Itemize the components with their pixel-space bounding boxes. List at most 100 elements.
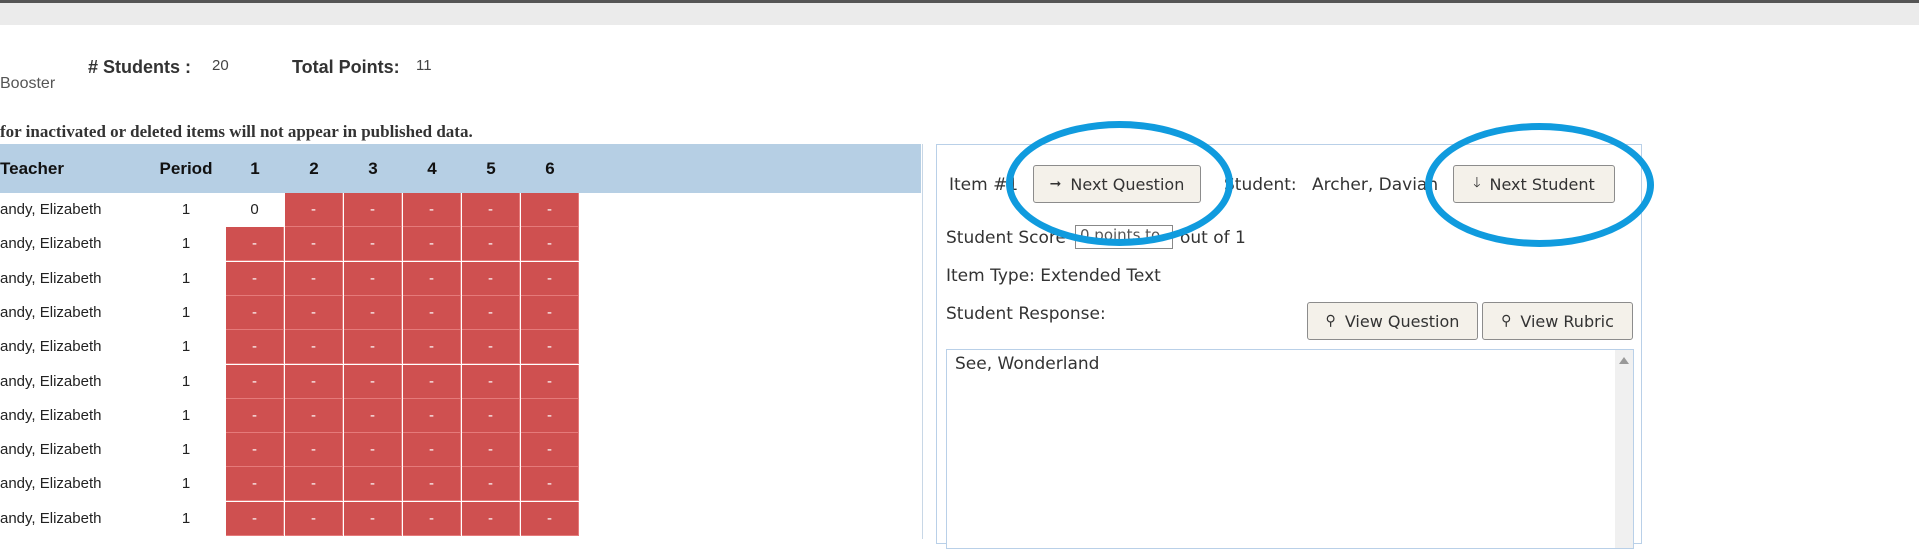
score-cell[interactable]: - xyxy=(462,193,520,227)
score-cell[interactable]: - xyxy=(285,295,343,330)
scroll-up-arrow-icon[interactable] xyxy=(1619,357,1629,364)
score-cell[interactable]: - xyxy=(226,330,284,365)
magnifier-icon: ⚲ xyxy=(1501,313,1512,329)
score-cell[interactable]: - xyxy=(285,433,343,468)
period-cell: 1 xyxy=(181,406,191,424)
score-cell[interactable]: - xyxy=(344,330,402,365)
score-cell[interactable]: - xyxy=(521,364,579,399)
score-cell[interactable]: - xyxy=(521,295,579,330)
score-cell[interactable]: - xyxy=(344,398,402,433)
period-cell: 1 xyxy=(181,269,191,287)
score-cell[interactable]: - xyxy=(285,261,343,296)
col-header-teacher: Teacher xyxy=(0,159,64,178)
score-cell[interactable]: - xyxy=(403,295,461,330)
score-cell[interactable]: - xyxy=(403,467,461,502)
score-cell[interactable]: - xyxy=(285,330,343,365)
view-question-label: View Question xyxy=(1344,311,1460,331)
score-cell[interactable]: - xyxy=(403,193,461,227)
teacher-cell: andy, Elizabeth xyxy=(0,235,102,253)
period-cell: 1 xyxy=(181,201,191,218)
score-cell[interactable]: - xyxy=(403,330,461,365)
student-label: Student: xyxy=(1224,175,1297,195)
grid-divider xyxy=(922,144,923,539)
score-cell[interactable]: - xyxy=(521,261,579,296)
item-type: Item Type: Extended Text xyxy=(946,266,1161,286)
score-cell[interactable]: - xyxy=(403,364,461,399)
score-cell[interactable]: - xyxy=(462,398,520,433)
view-rubric-button[interactable]: ⚲ View Rubric xyxy=(1482,302,1633,340)
arrow-right-icon: ➞ xyxy=(1049,176,1062,192)
col-header-item-2[interactable]: 2 xyxy=(285,144,343,193)
next-student-button[interactable]: 🡓 Next Student xyxy=(1453,165,1615,203)
student-score-select[interactable]: 0 points to xyxy=(1075,225,1173,249)
col-header-item-3[interactable]: 3 xyxy=(344,144,402,193)
next-question-button[interactable]: ➞ Next Question xyxy=(1033,165,1201,203)
score-cell[interactable]: - xyxy=(344,364,402,399)
score-cell[interactable]: - xyxy=(226,433,284,468)
score-cell[interactable]: - xyxy=(344,295,402,330)
score-cell[interactable]: - xyxy=(462,364,520,399)
score-cell[interactable]: - xyxy=(344,193,402,227)
score-cell[interactable]: - xyxy=(462,433,520,468)
col-header-item-1[interactable]: 1 xyxy=(226,144,284,193)
score-cell[interactable]: - xyxy=(403,261,461,296)
score-cell[interactable]: - xyxy=(521,467,579,502)
period-cell: 1 xyxy=(181,441,191,459)
score-cell[interactable]: - xyxy=(403,501,461,536)
score-cell[interactable]: - xyxy=(344,433,402,468)
score-cell[interactable]: - xyxy=(462,227,520,262)
score-cell[interactable]: - xyxy=(521,330,579,365)
view-rubric-label: View Rubric xyxy=(1520,311,1614,331)
col-header-item-4[interactable]: 4 xyxy=(403,144,461,193)
score-cell[interactable]: - xyxy=(226,295,284,330)
score-cell[interactable]: - xyxy=(226,227,284,262)
score-cell[interactable]: - xyxy=(226,501,284,536)
score-cell[interactable]: - xyxy=(521,501,579,536)
total-points-label: Total Points: xyxy=(292,57,400,77)
student-name: Archer, Davian xyxy=(1312,175,1439,195)
score-cell[interactable]: - xyxy=(462,261,520,296)
score-cell[interactable]: - xyxy=(285,501,343,536)
score-cell[interactable]: - xyxy=(521,433,579,468)
col-header-item-5[interactable]: 5 xyxy=(462,144,520,193)
response-scrollbar[interactable] xyxy=(1615,350,1633,548)
view-question-button[interactable]: ⚲ View Question xyxy=(1307,302,1478,340)
score-cell[interactable]: - xyxy=(344,261,402,296)
student-response-text: See, Wonderland xyxy=(955,354,1100,374)
teacher-cell: andy, Elizabeth xyxy=(0,406,102,424)
score-cell[interactable]: - xyxy=(226,261,284,296)
course-name-fragment: Booster xyxy=(0,75,56,92)
item-number-label: Item #1 xyxy=(949,175,1019,195)
students-count: 20 xyxy=(212,57,229,74)
score-cell[interactable]: - xyxy=(462,295,520,330)
period-cell: 1 xyxy=(181,235,191,253)
period-cell: 1 xyxy=(181,338,191,356)
score-cell[interactable]: - xyxy=(285,364,343,399)
score-cell[interactable]: - xyxy=(344,227,402,262)
score-cell[interactable]: - xyxy=(521,398,579,433)
score-cell[interactable]: - xyxy=(285,467,343,502)
score-cell[interactable]: - xyxy=(403,433,461,468)
score-cell[interactable]: - xyxy=(403,227,461,262)
score-cell[interactable]: - xyxy=(226,398,284,433)
teacher-cell: andy, Elizabeth xyxy=(0,509,102,527)
score-cell[interactable]: - xyxy=(285,398,343,433)
score-cell[interactable]: - xyxy=(521,193,579,227)
period-cell: 1 xyxy=(181,372,191,390)
score-cell[interactable]: - xyxy=(344,501,402,536)
score-cell[interactable]: - xyxy=(462,330,520,365)
student-response-box[interactable]: See, Wonderland xyxy=(946,349,1634,549)
arrow-down-icon: 🡓 xyxy=(1473,175,1481,191)
score-cell[interactable]: - xyxy=(285,227,343,262)
score-cell[interactable]: - xyxy=(403,398,461,433)
score-cell[interactable]: - xyxy=(462,501,520,536)
col-header-item-6[interactable]: 6 xyxy=(521,144,579,193)
score-cell[interactable]: - xyxy=(462,467,520,502)
score-cell[interactable]: - xyxy=(226,364,284,399)
score-cell[interactable]: - xyxy=(344,467,402,502)
next-question-label: Next Question xyxy=(1070,174,1185,194)
score-cell[interactable]: - xyxy=(521,227,579,262)
score-cell[interactable]: - xyxy=(285,193,343,227)
score-cell[interactable]: 0 xyxy=(226,193,284,227)
score-cell[interactable]: - xyxy=(226,467,284,502)
